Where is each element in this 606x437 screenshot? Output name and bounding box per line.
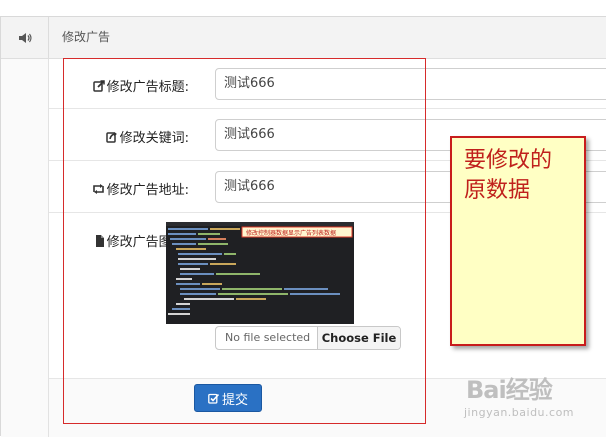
thumbnail-caption: 修改控制器数据显示广告列表数据 bbox=[246, 229, 336, 237]
panel-title: 修改广告 bbox=[62, 30, 111, 44]
current-ad-image: 修改控制器数据显示广告列表数据 bbox=[166, 222, 354, 324]
panel-header: 修改广告 bbox=[1, 17, 606, 59]
field-label-keywords: 修改关键词: bbox=[105, 127, 189, 146]
field-label-title: 修改广告标题: bbox=[92, 76, 189, 95]
speaker-icon bbox=[18, 32, 32, 43]
form-row-title: 修改广告标题: 测试666 bbox=[49, 59, 606, 109]
file-chooser[interactable]: No file selected Choose File bbox=[215, 326, 401, 350]
submit-button[interactable]: 提交 bbox=[194, 384, 262, 412]
edit-icon bbox=[92, 79, 105, 92]
share-icon bbox=[105, 131, 117, 143]
retweet-icon bbox=[92, 183, 104, 194]
field-label-title-text: 修改广告标题: bbox=[106, 80, 189, 95]
watermark-logo: Bai经验 bbox=[466, 376, 553, 404]
submit-label: 提交 bbox=[221, 392, 248, 408]
code-screenshot-graphic: 修改控制器数据显示广告列表数据 bbox=[166, 222, 354, 324]
ad-title-input[interactable]: 测试666 bbox=[215, 68, 606, 100]
annotation-line-2: 原数据 bbox=[464, 178, 531, 203]
header-icon-cell bbox=[1, 17, 49, 58]
left-gutter bbox=[1, 59, 49, 437]
file-icon bbox=[95, 234, 104, 247]
check-square-icon bbox=[208, 393, 219, 404]
watermark-url: jingyan.baidu.com bbox=[464, 406, 575, 419]
annotation-note: 要修改的 原数据 bbox=[450, 136, 586, 346]
field-label-keywords-text: 修改关键词: bbox=[119, 131, 189, 146]
file-status: No file selected bbox=[225, 331, 311, 344]
baidu-watermark: Bai经验 jingyan.baidu.com bbox=[460, 366, 600, 432]
annotation-line-1: 要修改的 bbox=[464, 148, 553, 173]
choose-file-button[interactable]: Choose File bbox=[317, 327, 400, 349]
field-label-url: 修改广告地址: bbox=[92, 179, 189, 198]
field-label-url-text: 修改广告地址: bbox=[106, 183, 189, 198]
